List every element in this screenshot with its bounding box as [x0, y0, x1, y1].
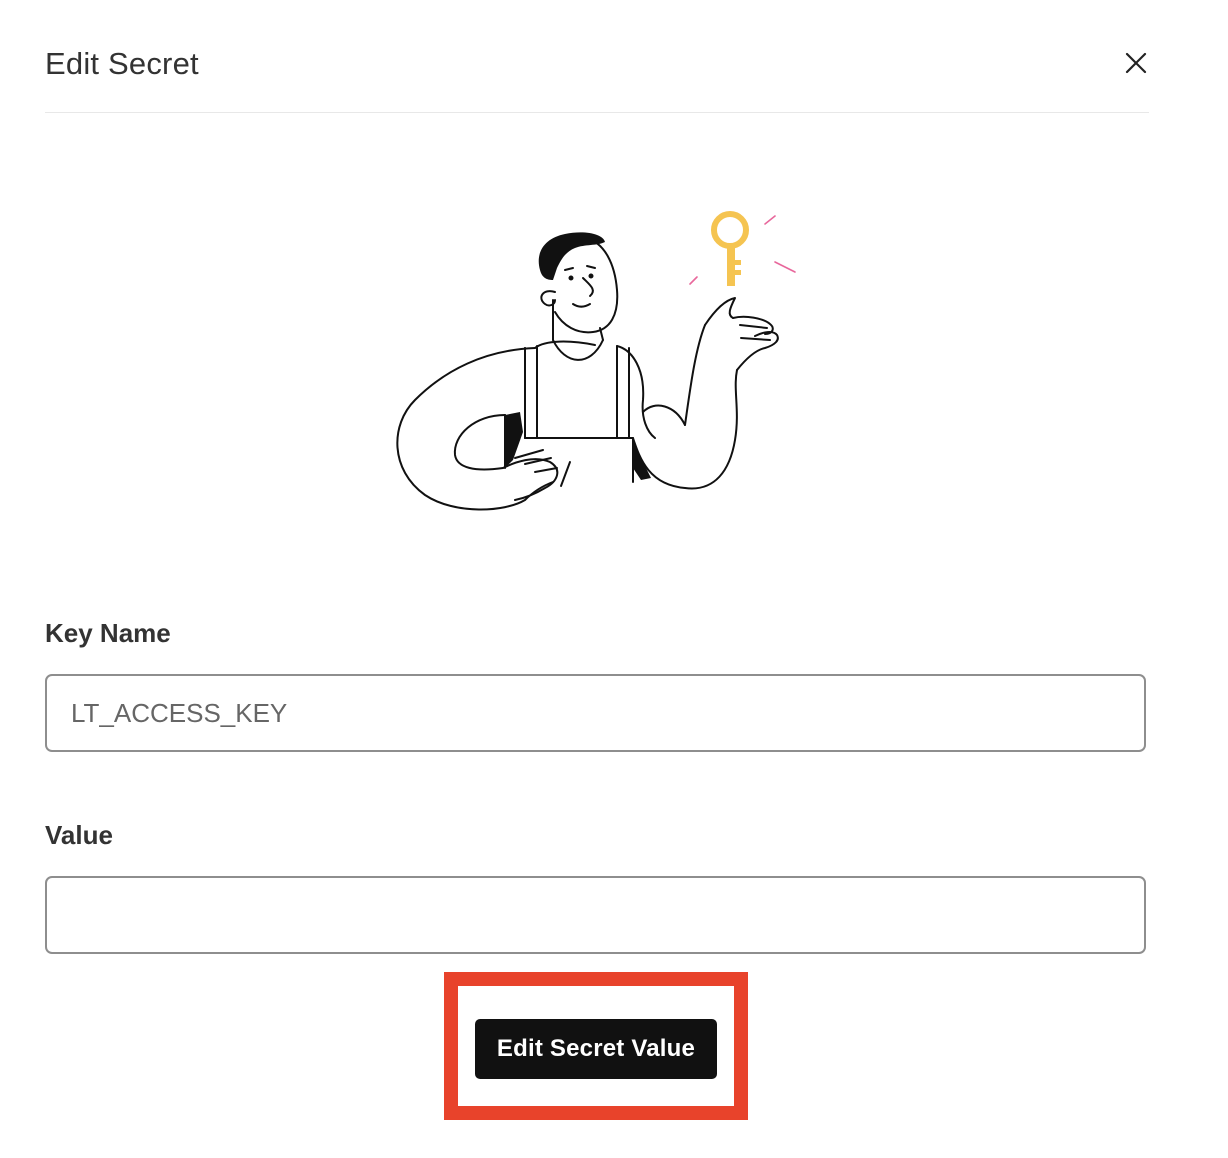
close-button[interactable]: [1123, 50, 1149, 76]
illustration-svg: [396, 211, 796, 511]
key-icon: [711, 211, 749, 286]
value-input[interactable]: [45, 876, 1146, 954]
dialog-title: Edit Secret: [45, 46, 199, 81]
person-holding-key-illustration: [385, 200, 805, 520]
hair: [538, 232, 605, 280]
edit-secret-value-button[interactable]: Edit Secret Value: [475, 1019, 717, 1079]
close-icon: [1125, 52, 1147, 74]
key-name-input[interactable]: [45, 674, 1146, 752]
dialog-header: Edit Secret: [45, 40, 1149, 113]
value-label: Value: [45, 820, 113, 850]
key-name-label: Key Name: [45, 618, 171, 648]
edit-secret-dialog: Edit Secret Key Name LT_ACCESS_KEY Value…: [0, 0, 1228, 1158]
